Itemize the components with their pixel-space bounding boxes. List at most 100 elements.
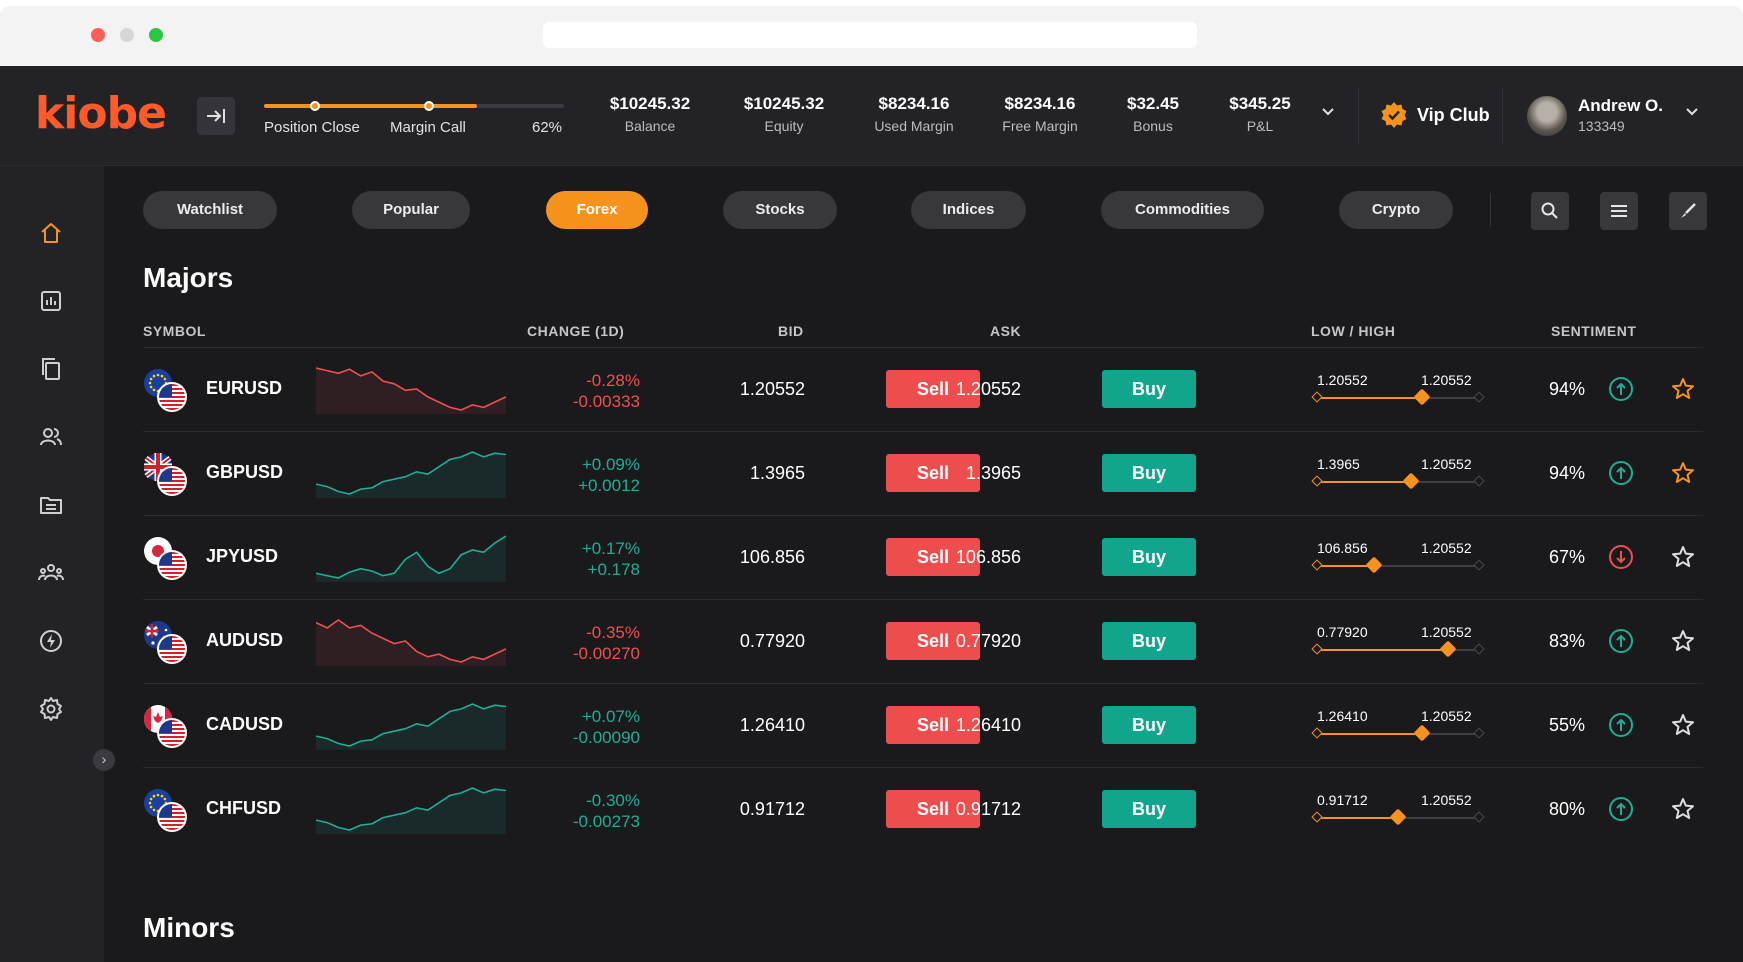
table-row[interactable]: CADUSD +0.07% -0.00090 1.26410 Sell 1.26410 Bu… [143,683,1703,767]
favorite-star-icon[interactable] [1670,376,1696,402]
buy-button[interactable]: Buy [1102,538,1196,576]
ask-price: 106.856 [955,547,1021,567]
stat-label: Bonus [1133,118,1173,134]
home-icon[interactable] [38,220,64,246]
sentiment-value: 94% [1548,379,1585,399]
range-end-marker [1473,391,1485,403]
low-high-range-bar [1311,472,1485,490]
users-icon[interactable] [38,424,64,450]
range-fill [1317,481,1411,483]
user-name[interactable]: Andrew O. [1578,96,1663,116]
buy-button[interactable]: Buy [1102,790,1196,828]
table-row[interactable]: CHFUSD -0.30% -0.00273 0.91712 Sell 0.91712 Bu… [143,767,1703,851]
change-percent: +0.07% [581,707,640,726]
stats-chevron-down-icon[interactable] [1318,102,1338,122]
sentiment-up-arrow-icon [1608,376,1634,402]
ask-price: 1.26410 [955,715,1021,735]
column-header-low-high: LOW / HIGH [1311,323,1396,339]
lightning-icon[interactable] [38,628,64,654]
tab-popular[interactable]: Popular [352,191,470,229]
high-price: 1.20552 [1421,372,1472,388]
buy-button[interactable]: Buy [1102,706,1196,744]
stat-bonus: $32.45 Bonus [1113,94,1193,134]
logo[interactable]: kiobe [35,88,167,139]
symbol-label[interactable]: GBPUSD [206,462,283,483]
buy-button[interactable]: Buy [1102,370,1196,408]
favorite-star-icon[interactable] [1670,544,1696,570]
table-row[interactable]: JPYUSD +0.17% +0.178 106.856 Sell 106.856 Buy 1… [143,515,1703,599]
folder-icon[interactable] [38,492,64,518]
favorite-star-icon[interactable] [1670,796,1696,822]
change-value: -0.28% -0.00333 [573,370,640,412]
favorite-star-icon[interactable] [1670,712,1696,738]
favorite-star-icon[interactable] [1670,460,1696,486]
symbol-label[interactable]: CADUSD [206,714,283,735]
symbol-label[interactable]: CHFUSD [206,798,281,819]
symbol-label[interactable]: EURUSD [206,378,282,399]
favorite-star-icon[interactable] [1670,628,1696,654]
stat-pnl: $345.25 P&L [1218,94,1302,134]
range-current-marker [1389,808,1407,826]
search-button[interactable] [1531,192,1569,230]
header-divider [1502,88,1503,144]
table-row[interactable]: GBPUSD +0.09% +0.0012 1.3965 Sell 1.3965 Buy 1.… [143,431,1703,515]
margin-percent: 62% [532,119,563,136]
buy-button[interactable]: Buy [1102,622,1196,660]
currency-pair-flag-icon [143,452,187,496]
table-row[interactable]: AUDUSD -0.35% -0.00270 0.77920 Sell 0.77920 Bu… [143,599,1703,683]
header-divider [1358,88,1359,144]
user-menu-chevron-down-icon[interactable] [1682,102,1702,122]
chart-icon[interactable] [38,288,64,314]
change-absolute: -0.00090 [572,728,640,747]
tab-forex[interactable]: Forex [546,191,648,229]
range-fill [1317,397,1423,399]
tab-watchlist[interactable]: Watchlist [143,191,277,229]
menu-button[interactable] [1600,192,1638,230]
stat-balance: $10245.32 Balance [595,94,705,134]
stat-value: $8234.16 [1004,94,1076,113]
change-value: +0.09% +0.0012 [578,454,640,496]
change-value: -0.30% -0.00273 [573,790,640,832]
stat-label: Free Margin [1002,118,1078,134]
sentiment-value: 67% [1548,547,1585,567]
low-high-range-bar [1311,724,1485,742]
trading-app: kiobe Position Close Margin Call 62% $10… [0,66,1743,962]
margin-call-marker [424,101,434,111]
buy-button[interactable]: Buy [1102,454,1196,492]
customize-button[interactable] [1669,192,1707,230]
low-high-range-bar [1311,808,1485,826]
address-bar[interactable] [543,22,1197,48]
collapse-button[interactable] [197,97,235,135]
margin-level-fill [264,104,477,108]
user-avatar[interactable] [1527,96,1567,136]
group-icon[interactable] [38,560,64,586]
tab-stocks[interactable]: Stocks [723,191,837,229]
range-end-marker [1473,811,1485,823]
tab-indices[interactable]: Indices [911,191,1026,229]
low-price: 106.856 [1317,540,1368,556]
bid-price: 0.77920 [739,631,805,651]
stat-value: $32.45 [1127,94,1179,113]
copy-icon[interactable] [38,356,64,382]
section-title-minors: Minors [143,912,235,943]
sentiment-value: 83% [1548,631,1585,651]
sparkline-chart [315,700,507,750]
close-window-button[interactable] [91,28,105,42]
symbol-label[interactable]: JPYUSD [206,546,278,567]
maximize-window-button[interactable] [149,28,163,42]
minimize-window-button[interactable] [120,28,134,42]
vip-club-button[interactable]: Vip Club [1380,100,1490,130]
tab-crypto[interactable]: Crypto [1339,191,1453,229]
position-close-label: Position Close [264,119,360,136]
sidebar-expand-button[interactable]: › [93,749,115,771]
tab-commodities[interactable]: Commodities [1101,191,1264,229]
bid-price: 0.91712 [739,799,805,819]
sentiment-value: 80% [1548,799,1585,819]
range-fill [1317,817,1398,819]
symbol-label[interactable]: AUDUSD [206,630,283,651]
settings-icon[interactable] [38,696,64,722]
low-high-range-bar [1311,640,1485,658]
currency-pair-flag-icon [143,704,187,748]
low-high-range-bar [1311,388,1485,406]
table-row[interactable]: EURUSD -0.28% -0.00333 1.20552 Sell 1.20552 Bu… [143,347,1703,431]
